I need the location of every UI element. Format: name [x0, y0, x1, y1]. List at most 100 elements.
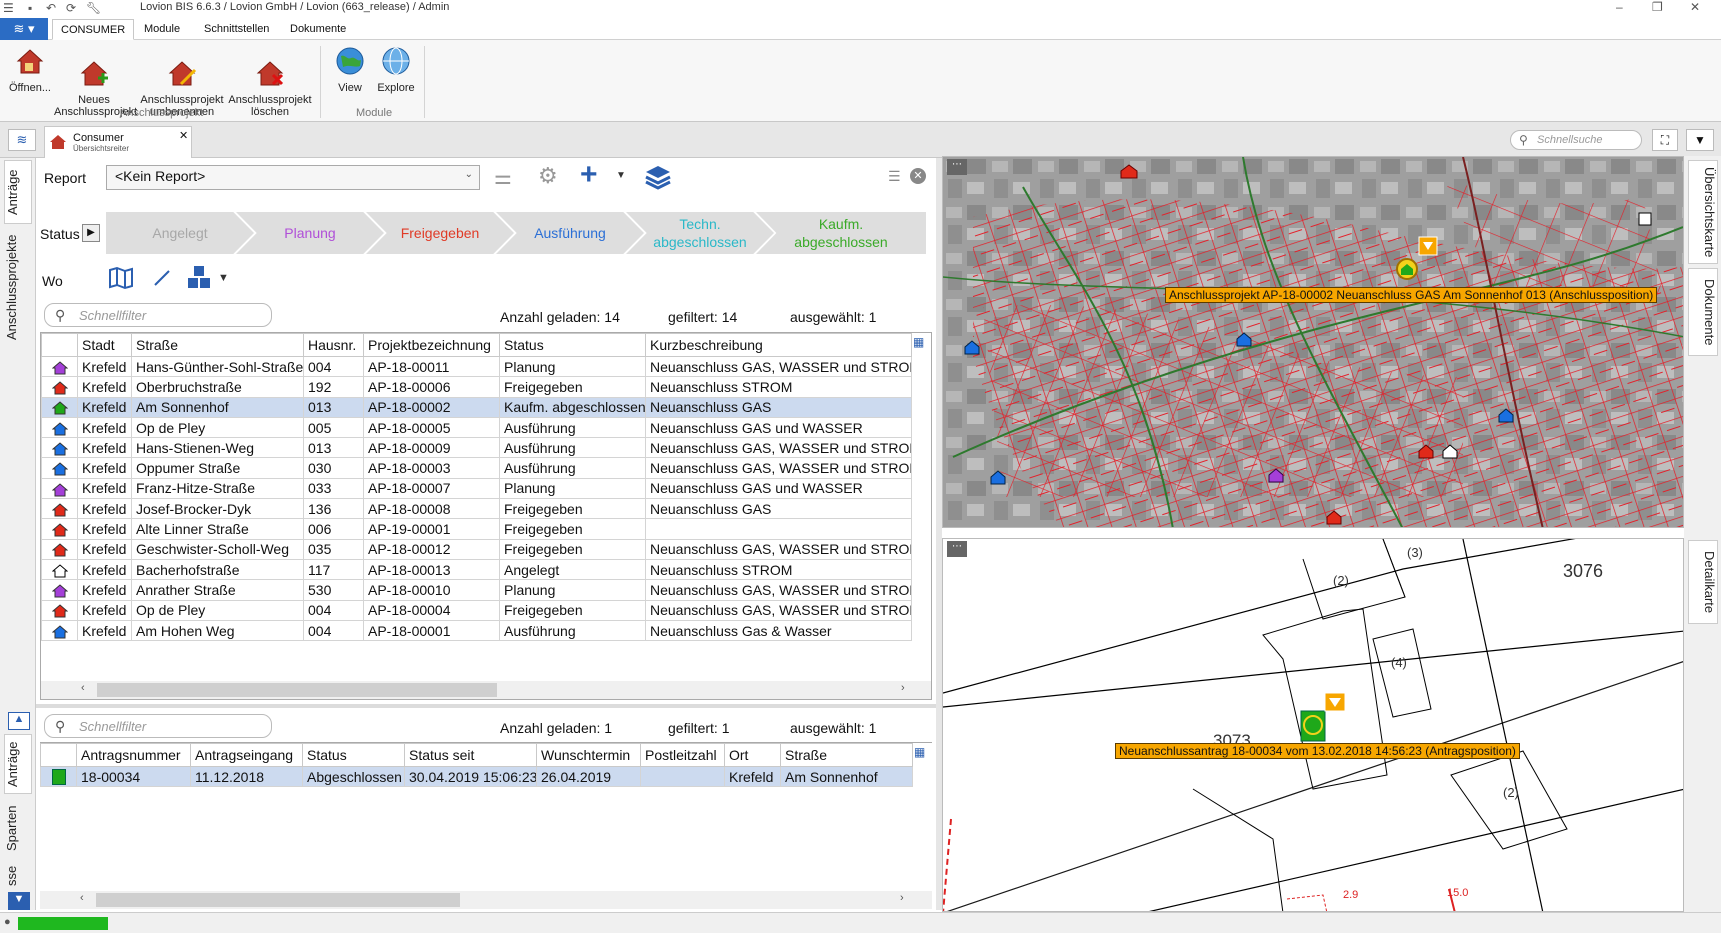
- table-row[interactable]: Krefeld Am Sonnenhof 013 AP-18-00002 Kaufm. …: [41, 396, 912, 418]
- vtab-sparten[interactable]: Sparten: [4, 798, 32, 858]
- table-row[interactable]: Krefeld Josef-Brocker-Dyk 136 AP-18-00008 Fr…: [41, 498, 912, 520]
- projects-hscrollbar[interactable]: ‹ ›: [41, 681, 931, 699]
- app-menu-button[interactable]: ≋ ▾: [0, 18, 48, 40]
- scroll-thumb[interactable]: [97, 683, 497, 697]
- vtab-sse[interactable]: sse: [4, 862, 32, 890]
- view-button[interactable]: View: [330, 46, 370, 94]
- column-chooser-icon[interactable]: ▦: [913, 335, 929, 353]
- chevron-down-icon[interactable]: ▼: [616, 170, 626, 181]
- chevron-down-icon[interactable]: ▼: [8, 892, 30, 910]
- tab-module[interactable]: Module: [136, 19, 188, 40]
- layers-icon[interactable]: [644, 164, 672, 190]
- fullscreen-icon[interactable]: ⛶: [1652, 129, 1678, 151]
- status-step-planung[interactable]: Planung: [236, 212, 384, 254]
- table-row[interactable]: Krefeld Op de Pley 004 AP-18-00004 Freigegeb…: [41, 599, 912, 621]
- scroll-right-icon[interactable]: ›: [900, 892, 904, 904]
- close-window-icon[interactable]: ✕: [1690, 0, 1700, 14]
- chevron-down-icon[interactable]: ▼: [218, 272, 229, 284]
- table-row[interactable]: Krefeld Op de Pley 005 AP-18-00005 Ausführun…: [41, 416, 912, 439]
- scroll-left-icon[interactable]: ‹: [80, 892, 84, 904]
- antraege-filter-input[interactable]: ⚲ Schnellfilter: [44, 714, 272, 738]
- chevron-up-icon[interactable]: ▲: [8, 712, 30, 730]
- table-row[interactable]: Krefeld Geschwister-Scholl-Weg 035 AP-18-00…: [41, 538, 912, 560]
- gear-icon[interactable]: ⚙: [538, 163, 558, 189]
- horizontal-splitter[interactable]: [36, 704, 936, 708]
- close-icon[interactable]: ✕: [910, 168, 926, 184]
- col-header-hausnr[interactable]: Hausnr.: [303, 333, 364, 357]
- column-chooser-icon[interactable]: ▦: [914, 745, 930, 763]
- col-header-status[interactable]: Status: [499, 333, 646, 357]
- map-menu-icon[interactable]: ⋯: [947, 541, 967, 557]
- projects-filter-input[interactable]: ⚲ Schnellfilter: [44, 303, 272, 327]
- table-row[interactable]: Krefeld Alte Linner Straße 006 AP-19-00001 F…: [41, 518, 912, 540]
- vtab-uebersichtskarte[interactable]: Übersichtskarte: [1688, 160, 1718, 264]
- table-row[interactable]: Krefeld Oppumer Straße 030 AP-18-00003 Ausfü…: [41, 457, 912, 479]
- table-row[interactable]: Krefeld Am Hohen Weg 004 AP-18-00001 Ausführ…: [41, 619, 912, 642]
- status-step-angelegt[interactable]: Angelegt: [106, 212, 254, 254]
- tab-schnittstellen[interactable]: Schnittstellen: [196, 19, 277, 40]
- oeffnen-button[interactable]: Öffnen...: [4, 46, 56, 94]
- tab-dokumente[interactable]: Dokumente: [282, 19, 354, 40]
- col-header-ort[interactable]: Ort: [724, 743, 781, 767]
- row-status-icon: [40, 765, 77, 788]
- doc-tab-consumer[interactable]: Consumer Übersichtsreiter ✕: [44, 126, 192, 158]
- vtab-dokumente[interactable]: Dokumente: [1688, 268, 1718, 356]
- map-icon[interactable]: [108, 266, 134, 290]
- map-menu-icon[interactable]: ⋯: [947, 159, 967, 175]
- save-icon[interactable]: ▪: [28, 1, 32, 15]
- vtab-antraege-upper[interactable]: Anträge: [4, 160, 32, 224]
- refresh-icon[interactable]: ⟳: [66, 1, 76, 15]
- status-step-techn-abgeschlossen[interactable]: Techn. abgeschlossen: [626, 212, 774, 254]
- tab-consumer[interactable]: CONSUMER: [52, 19, 135, 40]
- row-status-icon: [41, 599, 78, 621]
- table-row[interactable]: Krefeld Franz-Hitze-Straße 033 AP-18-00007 P…: [41, 477, 912, 500]
- chevron-down-icon[interactable]: ▼: [1686, 129, 1714, 151]
- status-step-ausfuehrung[interactable]: Ausführung: [496, 212, 644, 254]
- vtab-antraege-lower[interactable]: Anträge: [4, 734, 32, 794]
- explore-button[interactable]: Explore: [374, 46, 418, 94]
- col-header-stadt[interactable]: Stadt: [77, 333, 132, 357]
- col-header-status[interactable]: Status: [302, 743, 405, 767]
- anschlussprojekt-loeschen-button[interactable]: Anschlussprojekt löschen: [228, 46, 312, 130]
- overview-map[interactable]: ⋯ Anschlussprojekt AP-18-00002 Neuanschl…: [942, 156, 1684, 528]
- vtab-anschlussprojekte[interactable]: Anschlussprojekte: [4, 228, 32, 346]
- status-step-freigegeben[interactable]: Freigegeben: [366, 212, 514, 254]
- table-row[interactable]: Krefeld Bacherhofstraße 117 AP-18-00013 Ange…: [41, 558, 912, 581]
- col-header-projekt[interactable]: Projektbezeichnung: [363, 333, 500, 357]
- col-header-kurzbeschreibung[interactable]: Kurzbeschreibung: [645, 333, 912, 357]
- cell-status: Ausführung: [499, 437, 646, 459]
- undo-icon[interactable]: ↶: [46, 1, 56, 15]
- scroll-thumb[interactable]: [96, 893, 460, 907]
- col-header-strasse[interactable]: Straße: [131, 333, 304, 357]
- wrench-icon[interactable]: 🔧︎: [86, 1, 101, 15]
- status-toggle-icon[interactable]: ▶: [82, 224, 100, 242]
- quick-search-input[interactable]: ⚲ Schnellsuche: [1510, 130, 1642, 150]
- detail-map[interactable]: ⋯ (3) (2) 3076 (4) 3073 (2) 2.9 15.0 Neu…: [942, 538, 1684, 912]
- col-header-antragseingang[interactable]: Antragseingang: [190, 743, 303, 767]
- line-tool-icon[interactable]: [152, 268, 172, 288]
- table-row[interactable]: Krefeld Oberbruchstraße 192 AP-18-00006 Frei…: [41, 376, 912, 398]
- table-row[interactable]: Krefeld Anrather Straße 530 AP-18-00010 Plan…: [41, 579, 912, 601]
- scroll-right-icon[interactable]: ›: [901, 682, 905, 694]
- table-row[interactable]: 18-00034 11.12.2018 Abgeschlossen 30.04.201…: [40, 765, 913, 788]
- col-header-status-seit[interactable]: Status seit: [404, 743, 537, 767]
- status-step-kaufm-abgeschlossen[interactable]: Kaufm. abgeschlossen: [756, 212, 926, 254]
- restore-icon[interactable]: ❐: [1652, 0, 1663, 14]
- close-tab-icon[interactable]: ✕: [179, 129, 188, 142]
- navigator-icon[interactable]: ≋: [8, 129, 36, 151]
- col-header-strasse[interactable]: Straße: [780, 743, 913, 767]
- antraege-hscrollbar[interactable]: ‹ ›: [40, 891, 932, 909]
- col-header-antragsnummer[interactable]: Antragsnummer: [76, 743, 191, 767]
- col-header-wunschtermin[interactable]: Wunschtermin: [536, 743, 641, 767]
- vtab-detailkarte[interactable]: Detailkarte: [1688, 540, 1718, 624]
- add-icon[interactable]: +: [580, 158, 598, 192]
- cubes-icon[interactable]: [186, 264, 214, 292]
- table-row[interactable]: Krefeld Hans-Stienen-Weg 013 AP-18-00009 Aus…: [41, 437, 912, 459]
- report-select[interactable]: <Kein Report> ⌄: [106, 165, 480, 190]
- scroll-left-icon[interactable]: ‹: [81, 682, 85, 694]
- options-icon[interactable]: ☰: [888, 168, 901, 185]
- col-header-postleitzahl[interactable]: Postleitzahl: [640, 743, 725, 767]
- filter-sliders-icon[interactable]: ⚌: [494, 165, 512, 190]
- table-row[interactable]: Krefeld Hans-Günther-Sohl-Straße 004 AP-18-…: [41, 355, 912, 378]
- minimize-icon[interactable]: –: [1616, 0, 1623, 14]
